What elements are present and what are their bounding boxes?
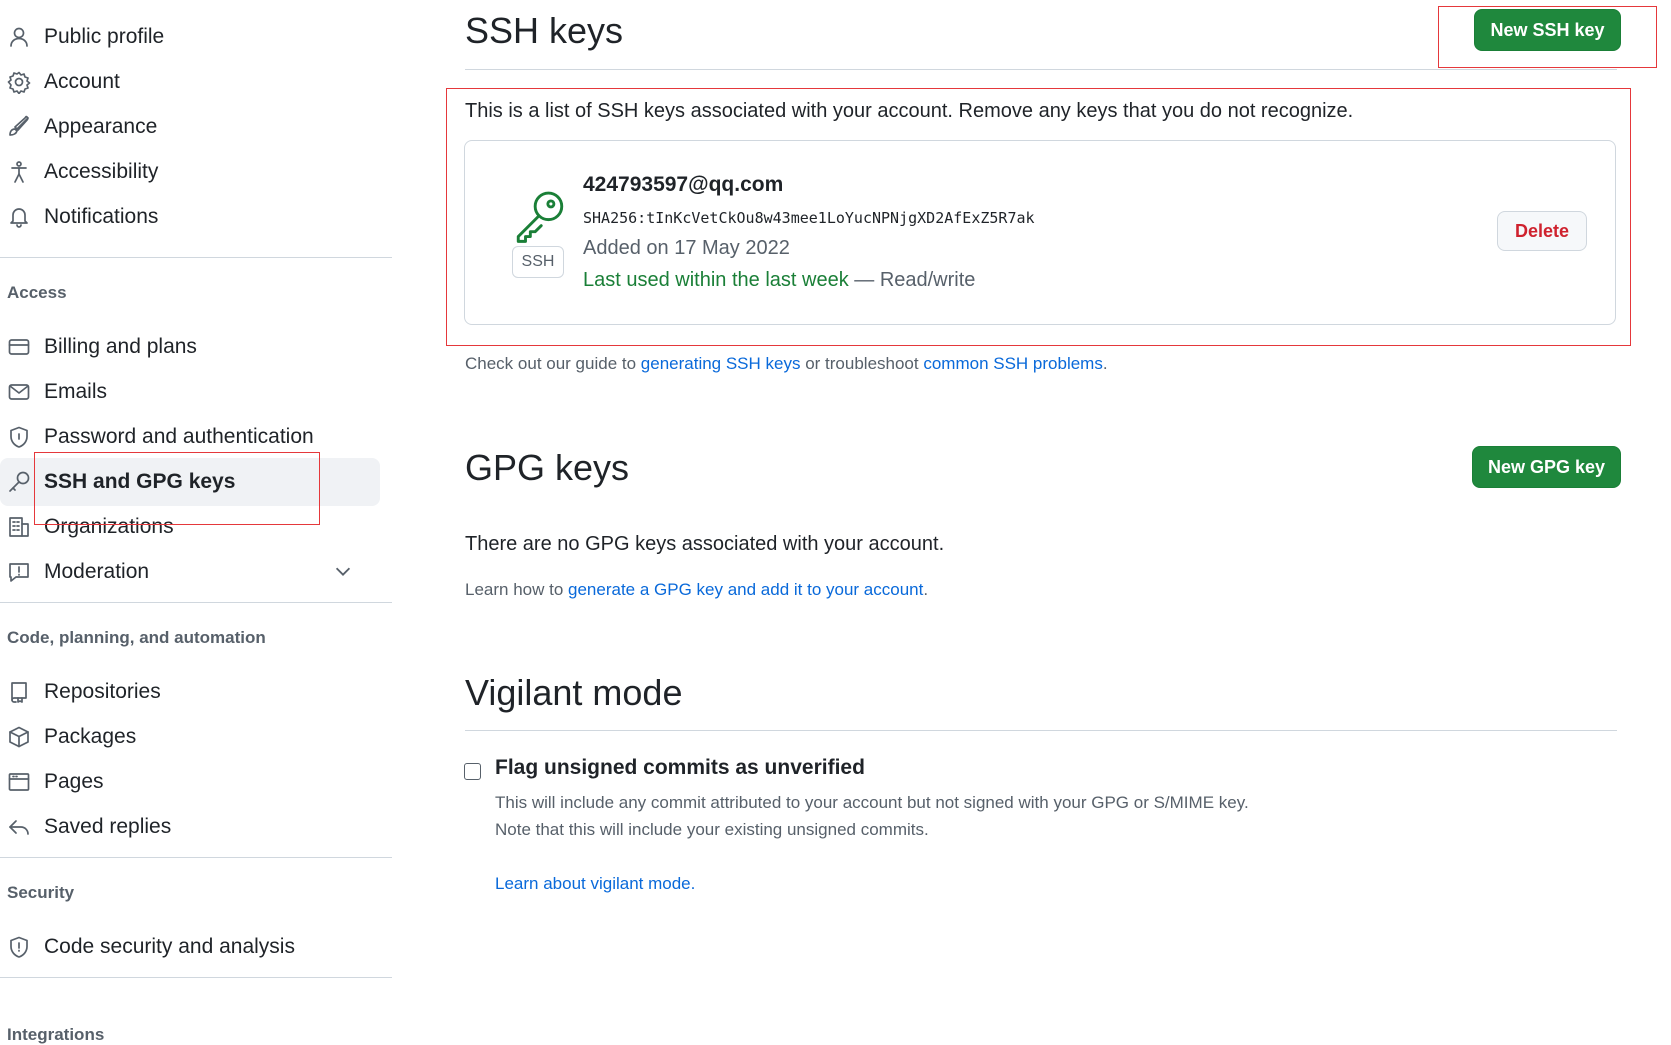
delete-ssh-key-button[interactable]: Delete [1497,211,1587,251]
gear-icon [6,69,32,95]
vigilant-mode-title: Vigilant mode [465,672,683,713]
common-ssh-problems-link[interactable]: common SSH problems [923,354,1103,373]
last-used-text: Last used within the last week [583,269,849,291]
sidebar-heading-security: Security [7,883,75,902]
guide-suffix: . [1102,354,1108,373]
ssh-key-card: SSH 424793597@qq.com SHA256:tInKcVetCkOu… [464,140,1616,325]
sidebar-item-account[interactable]: Account [0,58,380,106]
sidebar-item-packages[interactable]: Packages [0,713,380,761]
sidebar-item-label: Pages [44,770,104,793]
new-ssh-key-button[interactable]: New SSH key [1474,9,1621,51]
mail-icon [6,379,32,405]
sidebar-item-public-profile[interactable]: Public profile [0,13,380,61]
sidebar-item-label: Notifications [44,205,159,228]
sidebar-item-billing[interactable]: Billing and plans [0,323,380,371]
new-gpg-key-button[interactable]: New GPG key [1472,446,1621,488]
learn-suffix: . [690,874,696,893]
gpg-keys-title: GPG keys [465,447,630,488]
sidebar-item-label: Packages [44,725,137,748]
ssh-badge: SSH [512,246,564,278]
ssh-guide-text: Check out our guide to generating SSH ke… [465,354,1108,374]
vigilant-desc-line1: This will include any commit attributed … [495,793,1249,812]
person-icon [6,24,32,50]
sidebar-heading-integrations: Integrations [7,1025,105,1044]
sidebar-item-label: Account [44,70,120,93]
sidebar-item-moderation[interactable]: Moderation [0,548,380,596]
settings-sidebar: Public profile Account Appearance Access… [0,0,392,1044]
ssh-description: This is a list of SSH keys associated wi… [465,100,1354,122]
chevron-down-icon[interactable] [332,560,354,582]
learn-suffix: . [923,580,929,599]
organization-icon [6,514,32,540]
browser-icon [6,769,32,795]
sidebar-item-label: Moderation [44,560,150,583]
sidebar-item-label: Appearance [44,115,158,138]
sidebar-item-saved-replies[interactable]: Saved replies [0,803,380,851]
key-icon [6,469,32,495]
ssh-key-last-used: Last used within the last week — Read/wr… [583,269,975,292]
bell-icon [6,204,32,230]
gpg-empty-text: There are no GPG keys associated with yo… [465,533,945,555]
sidebar-item-label: Billing and plans [44,335,197,358]
learn-prefix: Learn how to [465,580,569,599]
generate-gpg-key-link[interactable]: generate a GPG key and add it to your ac… [568,580,923,599]
sidebar-item-organizations[interactable]: Organizations [0,503,380,551]
vigilant-learn-text: Learn about vigilant mode. [495,874,695,894]
flag-unsigned-commits-label[interactable]: Flag unsigned commits as unverified [495,756,865,780]
sidebar-heading-code: Code, planning, and automation [7,628,266,647]
sidebar-heading-access: Access [7,283,67,302]
sidebar-item-label: Accessibility [44,160,159,183]
generating-ssh-keys-link[interactable]: generating SSH keys [641,354,801,373]
section-divider [465,730,1617,731]
sidebar-item-pages[interactable]: Pages [0,758,380,806]
section-divider [465,69,1617,70]
sidebar-item-repositories[interactable]: Repositories [0,668,380,716]
sidebar-item-password[interactable]: Password and authentication [0,413,380,461]
sidebar-divider [0,977,392,978]
sidebar-item-label: Organizations [44,515,174,538]
sidebar-item-label: Saved replies [44,815,172,838]
sidebar-item-label: Repositories [44,680,161,703]
sidebar-item-ssh-gpg-keys[interactable]: SSH and GPG keys [0,458,380,506]
sidebar-item-code-security[interactable]: Code security and analysis [0,923,380,971]
credit-card-icon [6,334,32,360]
ssh-key-fingerprint: SHA256:tInKcVetCkOu8w43mee1LoYucNPNjgXD2… [583,209,1035,227]
sidebar-divider [0,857,392,858]
ssh-key-added-date: Added on 17 May 2022 [583,237,790,259]
paintbrush-icon [6,114,32,140]
sidebar-item-appearance[interactable]: Appearance [0,103,380,151]
sidebar-item-label: Password and authentication [44,425,314,448]
sidebar-item-label: SSH and GPG keys [44,470,236,493]
ssh-key-title: 424793597@qq.com [583,173,784,196]
sidebar-item-emails[interactable]: Emails [0,368,380,416]
accessibility-icon [6,159,32,185]
guide-prefix: Check out our guide to [465,354,641,373]
key-icon [511,187,569,245]
flag-unsigned-commits-checkbox[interactable] [464,763,481,780]
repo-icon [6,679,32,705]
report-icon [6,559,32,585]
gpg-learn-text: Learn how to generate a GPG key and add … [465,580,928,600]
reply-icon [6,814,32,840]
sidebar-item-label: Code security and analysis [44,935,295,958]
sidebar-item-label: Public profile [44,25,165,48]
shield-icon [6,934,32,960]
sidebar-item-label: Emails [44,380,108,403]
sidebar-divider [0,602,392,603]
sidebar-item-accessibility[interactable]: Accessibility [0,148,380,196]
sidebar-item-notifications[interactable]: Notifications [0,193,380,241]
sidebar-divider [0,257,392,258]
guide-mid: or troubleshoot [800,354,924,373]
shield-lock-icon [6,424,32,450]
learn-vigilant-mode-link[interactable]: Learn about vigilant mode [495,874,691,893]
package-icon [6,724,32,750]
ssh-keys-title: SSH keys [465,10,624,51]
access-level: — Read/write [848,269,976,291]
vigilant-desc-line2: Note that this will include your existin… [495,820,929,839]
